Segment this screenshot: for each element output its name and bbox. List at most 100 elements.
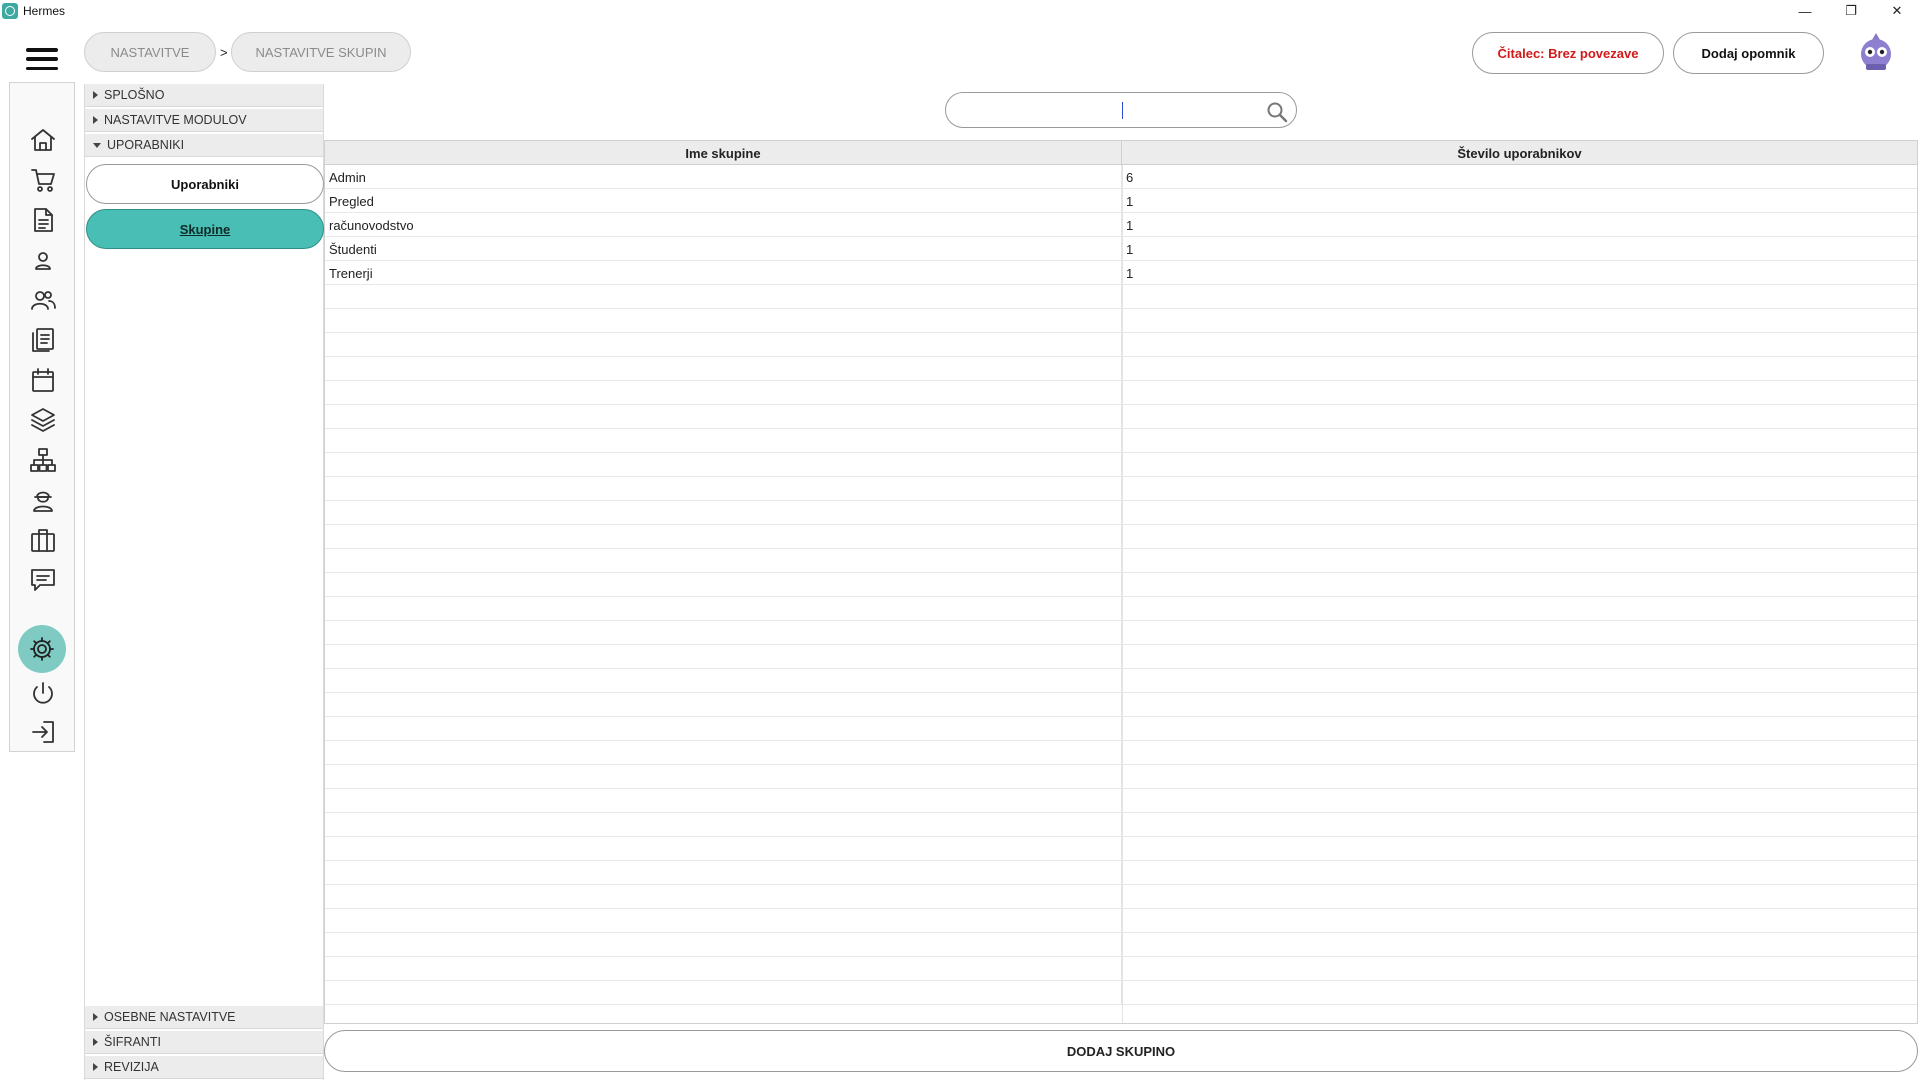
cell-user-count [1122, 837, 1917, 861]
layers-icon[interactable] [26, 403, 60, 437]
empty-table-row [325, 645, 1917, 669]
cell-user-count [1122, 525, 1917, 549]
settings-tree: SPLOŠNO NASTAVITVE MODULOV UPORABNIKI Up… [84, 84, 324, 1080]
worker-icon[interactable] [26, 483, 60, 517]
minimize-button[interactable]: — [1782, 0, 1828, 22]
cell-group-name [325, 957, 1122, 981]
briefcase-icon[interactable] [26, 523, 60, 557]
add-group-button[interactable]: DODAJ SKUPINO [324, 1030, 1918, 1072]
cell-group-name [325, 813, 1122, 837]
empty-table-row [325, 405, 1917, 429]
search-box [945, 92, 1297, 128]
empty-table-row [325, 765, 1917, 789]
cell-group-name [325, 597, 1122, 621]
cell-group-name [325, 765, 1122, 789]
empty-table-row [325, 477, 1917, 501]
restore-button[interactable]: ❐ [1828, 0, 1874, 22]
cell-group-name [325, 621, 1122, 645]
cell-user-count [1122, 885, 1917, 909]
cart-icon[interactable] [26, 163, 60, 197]
cell-group-name [325, 549, 1122, 573]
cell-group-name [325, 717, 1122, 741]
menu-icon[interactable] [26, 48, 58, 70]
people-icon[interactable] [26, 283, 60, 317]
table-row[interactable]: Trenerji 1 [325, 261, 1917, 285]
tree-section-audit[interactable]: REVIZIJA [85, 1056, 323, 1079]
cell-user-count [1122, 645, 1917, 669]
cell-user-count [1122, 669, 1917, 693]
empty-table-row [325, 669, 1917, 693]
cell-group-name [325, 285, 1122, 309]
empty-table-row [325, 333, 1917, 357]
cell-user-count [1122, 765, 1917, 789]
subitem-groups[interactable]: Skupine [86, 209, 324, 249]
window-title: Hermes [23, 4, 66, 18]
cell-user-count [1122, 405, 1917, 429]
cell-group-name [325, 501, 1122, 525]
cell-group-name: Trenerji [325, 261, 1122, 285]
add-reminder-button[interactable]: Dodaj opomnik [1673, 32, 1824, 74]
tree-section-codebooks[interactable]: ŠIFRANTI [85, 1031, 323, 1054]
cell-user-count [1122, 333, 1917, 357]
cell-user-count [1122, 813, 1917, 837]
person-icon[interactable] [26, 243, 60, 277]
cell-group-name [325, 981, 1122, 1005]
tree-section-personal[interactable]: OSEBNE NASTAVITVE [85, 1006, 323, 1029]
search-icon[interactable] [1266, 101, 1288, 123]
avatar[interactable] [1856, 30, 1896, 72]
cell-group-name [325, 405, 1122, 429]
reader-status-button[interactable]: Čitalec: Brez povezave [1472, 32, 1664, 74]
list-document-icon[interactable] [26, 323, 60, 357]
cell-user-count [1122, 309, 1917, 333]
collapse-arrow-icon [93, 142, 101, 148]
cell-user-count [1122, 717, 1917, 741]
cell-user-count [1122, 381, 1917, 405]
empty-table-row [325, 693, 1917, 717]
cell-user-count: 1 [1126, 265, 1134, 281]
empty-table-row [325, 717, 1917, 741]
table-row[interactable]: Pregled 1 [325, 189, 1917, 213]
cell-group-name [325, 309, 1122, 333]
cell-user-count [1122, 933, 1917, 957]
tree-section-modules[interactable]: NASTAVITVE MODULOV [85, 109, 323, 132]
document-icon[interactable] [26, 203, 60, 237]
empty-table-row [325, 789, 1917, 813]
table-row[interactable]: računovodstvo 1 [325, 213, 1917, 237]
empty-table-row [325, 813, 1917, 837]
cell-group-name [325, 909, 1122, 933]
breadcrumb-group-settings[interactable]: NASTAVITVE SKUPIN [231, 32, 411, 72]
calendar-icon[interactable] [26, 363, 60, 397]
settings-icon[interactable] [18, 625, 66, 673]
empty-table-row [325, 861, 1917, 885]
cell-group-name [325, 357, 1122, 381]
app-logo-icon [2, 3, 18, 19]
empty-table-row [325, 357, 1917, 381]
network-icon[interactable] [26, 443, 60, 477]
empty-table-row [325, 741, 1917, 765]
close-button[interactable]: ✕ [1874, 0, 1920, 22]
tree-section-users[interactable]: UPORABNIKI [85, 134, 323, 157]
power-icon[interactable] [26, 677, 60, 711]
cell-group-name [325, 693, 1122, 717]
cell-user-count [1122, 981, 1917, 1005]
search-input[interactable] [960, 99, 1250, 121]
cell-user-count [1122, 693, 1917, 717]
column-header-group-name[interactable]: Ime skupine [325, 141, 1122, 165]
subitem-users[interactable]: Uporabniki [86, 164, 324, 204]
table-row[interactable]: Admin 6 [325, 165, 1917, 189]
cell-user-count [1122, 357, 1917, 381]
cell-user-count [1122, 477, 1917, 501]
cell-group-name [325, 885, 1122, 909]
tree-section-general[interactable]: SPLOŠNO [85, 84, 323, 107]
column-header-user-count[interactable]: Število uporabnikov [1122, 141, 1917, 165]
comment-icon[interactable] [26, 563, 60, 597]
cell-group-name: Študenti [325, 237, 1122, 261]
cell-user-count [1122, 741, 1917, 765]
expand-arrow-icon [93, 116, 98, 124]
table-row[interactable]: Študenti 1 [325, 237, 1917, 261]
logout-icon[interactable] [26, 715, 60, 749]
empty-table-row [325, 837, 1917, 861]
breadcrumb-settings[interactable]: NASTAVITVE [84, 32, 216, 72]
home-icon[interactable] [26, 123, 60, 157]
empty-table-row [325, 573, 1917, 597]
